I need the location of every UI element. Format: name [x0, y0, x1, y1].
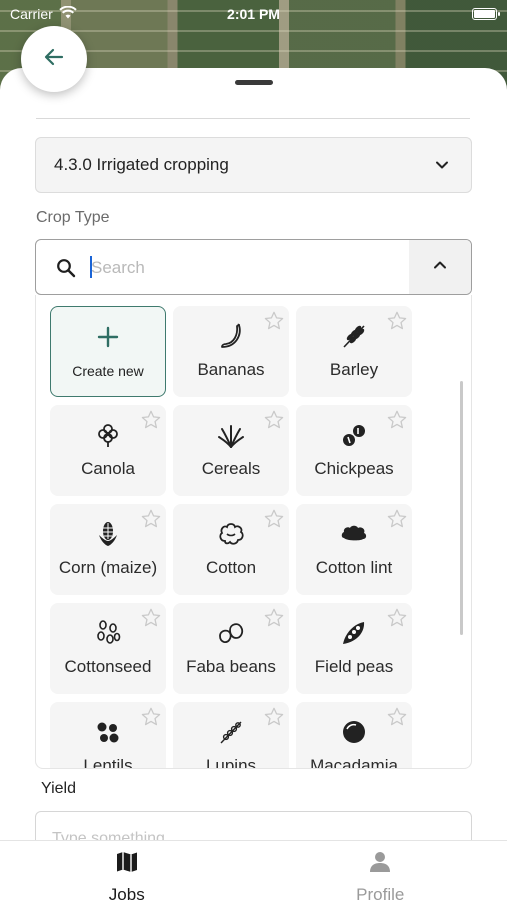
- crop-search-box: [35, 239, 472, 295]
- star-icon[interactable]: [386, 706, 408, 733]
- crop-grid: Create new Bananas Barley Canola Cer: [50, 306, 412, 769]
- plus-icon: [96, 321, 120, 353]
- star-icon[interactable]: [386, 508, 408, 535]
- dropdown-scrollbar[interactable]: [460, 381, 463, 635]
- field-peas-icon: [339, 617, 369, 649]
- text-cursor: [90, 256, 92, 278]
- create-new-tile[interactable]: Create new: [50, 306, 166, 397]
- crop-tile-chickpeas[interactable]: Chickpeas: [296, 405, 412, 496]
- carrier-group: Carrier: [10, 6, 77, 22]
- crop-type-label: Crop Type: [36, 209, 110, 227]
- canola-icon: [93, 419, 123, 451]
- crop-label: Field peas: [315, 657, 393, 677]
- sheet-drag-handle[interactable]: [235, 80, 273, 85]
- crop-tile-cotton[interactable]: Cotton: [173, 504, 289, 595]
- crop-label: Faba beans: [186, 657, 276, 677]
- crop-search-input[interactable]: [91, 254, 391, 282]
- crop-label: Lentils: [83, 756, 132, 769]
- star-icon[interactable]: [263, 409, 285, 436]
- search-icon: [56, 258, 76, 283]
- divider: [36, 118, 470, 119]
- star-icon[interactable]: [140, 508, 162, 535]
- crop-tile-field-peas[interactable]: Field peas: [296, 603, 412, 694]
- wifi-icon: [59, 6, 77, 22]
- crop-label: Cottonseed: [65, 657, 152, 677]
- barley-icon: [339, 320, 369, 352]
- cotton-icon: [216, 518, 246, 550]
- crop-tile-corn[interactable]: Corn (maize): [50, 504, 166, 595]
- chevron-up-icon: [433, 258, 447, 277]
- star-icon[interactable]: [263, 508, 285, 535]
- crop-tile-barley[interactable]: Barley: [296, 306, 412, 397]
- category-select[interactable]: 4.3.0 Irrigated cropping: [35, 137, 472, 193]
- star-icon[interactable]: [386, 409, 408, 436]
- crop-tile-canola[interactable]: Canola: [50, 405, 166, 496]
- star-icon[interactable]: [140, 607, 162, 634]
- create-new-label: Create new: [72, 363, 144, 379]
- star-icon[interactable]: [386, 607, 408, 634]
- crop-label: Cotton lint: [316, 558, 393, 578]
- crop-label: Bananas: [197, 360, 264, 380]
- lupins-icon: [216, 716, 246, 748]
- crop-label: Chickpeas: [314, 459, 393, 479]
- crop-label: Cotton: [206, 558, 256, 578]
- crop-tile-macadamia[interactable]: Macadamia: [296, 702, 412, 769]
- chevron-down-icon: [435, 157, 449, 177]
- star-icon[interactable]: [263, 706, 285, 733]
- crop-type-dropdown: Create new Bananas Barley Canola Cer: [35, 295, 472, 769]
- star-icon[interactable]: [140, 706, 162, 733]
- map-icon: [114, 849, 140, 880]
- crop-label: Lupins: [206, 756, 256, 769]
- nav-profile[interactable]: Profile: [254, 841, 507, 900]
- chickpeas-icon: [339, 419, 369, 451]
- star-icon[interactable]: [263, 310, 285, 337]
- faba-beans-icon: [216, 617, 246, 649]
- crop-tile-lupins[interactable]: Lupins: [173, 702, 289, 769]
- crop-tile-lentils[interactable]: Lentils: [50, 702, 166, 769]
- crop-label: Cereals: [202, 459, 261, 479]
- star-icon[interactable]: [263, 607, 285, 634]
- status-bar: Carrier 2:01 PM: [0, 0, 507, 28]
- nav-jobs[interactable]: Jobs: [0, 841, 254, 900]
- crop-tile-cotton-lint[interactable]: Cotton lint: [296, 504, 412, 595]
- nav-profile-label: Profile: [356, 885, 404, 905]
- banana-icon: [216, 320, 246, 352]
- cotton-lint-icon: [339, 518, 369, 550]
- yield-label: Yield: [41, 780, 76, 798]
- star-icon[interactable]: [386, 310, 408, 337]
- cereals-icon: [216, 419, 246, 451]
- arrow-left-icon: [42, 45, 66, 74]
- crop-tile-bananas[interactable]: Bananas: [173, 306, 289, 397]
- crop-label: Macadamia: [310, 756, 398, 769]
- crop-label: Corn (maize): [59, 558, 157, 578]
- category-select-value: 4.3.0 Irrigated cropping: [54, 155, 229, 175]
- corn-icon: [93, 518, 123, 550]
- collapse-dropdown-button[interactable]: [409, 240, 471, 294]
- star-icon[interactable]: [140, 409, 162, 436]
- person-icon: [367, 849, 393, 880]
- crop-tile-faba-beans[interactable]: Faba beans: [173, 603, 289, 694]
- crop-label: Canola: [81, 459, 135, 479]
- lentils-icon: [93, 716, 123, 748]
- crop-label: Barley: [330, 360, 378, 380]
- battery-icon: [472, 8, 497, 20]
- macadamia-icon: [339, 716, 369, 748]
- back-button[interactable]: [21, 26, 87, 92]
- cottonseed-icon: [93, 617, 123, 649]
- crop-tile-cottonseed[interactable]: Cottonseed: [50, 603, 166, 694]
- carrier-label: Carrier: [10, 6, 53, 22]
- nav-jobs-label: Jobs: [109, 885, 145, 905]
- bottom-navigation: Jobs Profile: [0, 840, 507, 900]
- crop-tile-cereals[interactable]: Cereals: [173, 405, 289, 496]
- bottom-sheet: 4.3.0 Irrigated cropping Crop Type Creat…: [0, 68, 507, 900]
